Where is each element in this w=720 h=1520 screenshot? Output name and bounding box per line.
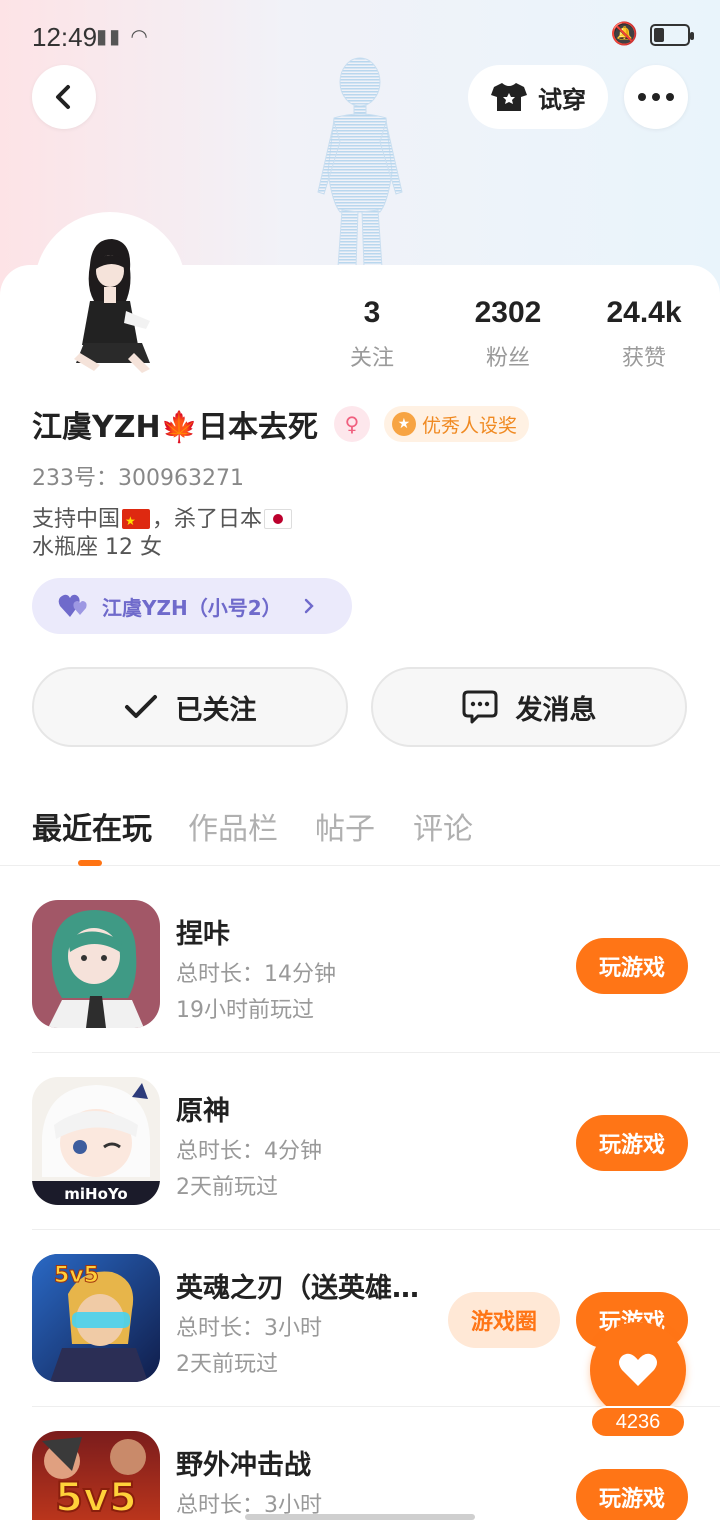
stat-likes-label: 获赞: [621, 346, 666, 371]
stat-likes[interactable]: 24.4k 获赞: [589, 296, 699, 372]
honor-badge-label: 优秀人设奖: [421, 414, 517, 437]
game-icon-heroes-blade[interactable]: 5v5: [32, 1254, 160, 1382]
like-floating-button[interactable]: [590, 1322, 686, 1418]
chevron-left-icon: [56, 85, 70, 109]
game-icon-genshin[interactable]: miHoYo: [32, 1077, 160, 1205]
alt-account-label: 江虞YZH（小号2）: [102, 595, 282, 620]
bio-line2: 水瓶座 12 女: [32, 535, 162, 560]
back-button[interactable]: [32, 65, 96, 129]
send-message-button[interactable]: 发消息: [371, 667, 687, 747]
bio-line1-part-b: ，杀了日本: [152, 507, 263, 532]
game-duration: 总时长：3小时: [176, 1316, 322, 1341]
play-game-button[interactable]: 玩游戏: [576, 938, 688, 994]
bio-line1-part-a: 支持中国: [32, 507, 121, 532]
profile-name-part2: 日本去死: [197, 410, 318, 445]
game-last-played: 2天前玩过: [176, 1352, 278, 1377]
game-last-played: 2天前玩过: [176, 1175, 278, 1200]
user-id: 233号：300963271: [32, 466, 244, 491]
vibrate-mute-icon: 🔕: [610, 22, 638, 47]
followed-button[interactable]: 已关注: [32, 667, 348, 747]
stat-likes-value: 24.4k: [606, 296, 682, 329]
profile-name-row: 江虞YZH🍁日本去死 ♀ ★ 优秀人设奖: [32, 402, 529, 446]
signal-wifi-icons: ▮▮ ◠: [96, 24, 150, 48]
game-last-played: 19小时前玩过: [176, 998, 314, 1023]
more-dots-icon: [638, 93, 674, 101]
heart-icon: [619, 1353, 657, 1386]
maple-leaf-icon: 🍁: [160, 410, 198, 445]
stat-fans[interactable]: 2302 粉丝: [453, 296, 563, 372]
game-title: 英魂之刃（送英雄…: [176, 1273, 419, 1304]
tab-recently-played[interactable]: 最近在玩: [32, 804, 152, 848]
avatar[interactable]: [46, 225, 174, 375]
game-title: 原神: [176, 1096, 230, 1127]
game-duration: 总时长：4分钟: [176, 1139, 322, 1164]
linked-hearts-icon: [58, 594, 87, 617]
try-on-label: 试穿: [538, 85, 586, 114]
list-item[interactable]: 捏咔 总时长：14分钟 19小时前玩过 玩游戏: [0, 876, 720, 1053]
profile-name: 江虞YZH🍁日本去死: [32, 402, 318, 446]
play-game-button[interactable]: 玩游戏: [576, 1115, 688, 1171]
tshirt-icon: [491, 83, 527, 111]
chat-bubble-icon: [462, 690, 497, 724]
like-count: 4236: [590, 1406, 686, 1438]
game-duration: 总时长：14分钟: [176, 962, 336, 987]
battery-icon: [650, 23, 694, 46]
status-bar: 12:49 ▮▮ ◠ 🔕: [0, 0, 720, 72]
game-icon-wild-assault[interactable]: 5v5: [32, 1431, 160, 1520]
send-message-label: 发消息: [515, 694, 597, 726]
tab-works[interactable]: 作品栏: [188, 804, 278, 848]
list-item[interactable]: miHoYo 原神 总时长：4分钟 2天前玩过 玩游戏: [0, 1053, 720, 1230]
status-time: 12:49: [32, 22, 98, 52]
checkmark-icon: [124, 695, 157, 718]
game-title: 野外冲击战: [176, 1450, 311, 1481]
home-indicator: [245, 1514, 475, 1520]
profile-bio: 支持中国 ，杀了日本 水瓶座 12 女: [32, 506, 294, 562]
tab-posts[interactable]: 帖子: [315, 804, 375, 848]
game-icon-text: 5v5: [54, 1263, 99, 1288]
game-title: 捏咔: [176, 919, 230, 950]
stat-fans-value: 2302: [474, 296, 542, 329]
stat-following-label: 关注: [349, 346, 394, 371]
game-icon-text: 5v5: [55, 1475, 137, 1520]
game-icon-nieka[interactable]: [32, 900, 160, 1028]
avatar-model-figure: [317, 57, 403, 267]
alt-account-link[interactable]: 江虞YZH（小号2）: [32, 578, 352, 634]
game-circle-button[interactable]: 游戏圈: [448, 1292, 560, 1348]
try-on-button[interactable]: 试穿: [468, 65, 608, 129]
more-options-button[interactable]: [624, 65, 688, 129]
chevron-right-icon: [304, 598, 314, 614]
female-gender-icon: ♀: [333, 406, 370, 442]
tab-comments[interactable]: 评论: [413, 804, 473, 848]
stat-following-value: 3: [363, 296, 381, 329]
game-icon-text: miHoYo: [64, 1185, 127, 1203]
profile-tabs: 最近在玩 作品栏 帖子 评论: [0, 800, 720, 866]
play-game-button[interactable]: 玩游戏: [576, 1469, 688, 1520]
medal-icon: ★: [391, 412, 416, 436]
active-tab-indicator: [78, 860, 102, 866]
honor-badge[interactable]: ★ 优秀人设奖: [383, 406, 529, 442]
profile-name-part1: 江虞YZH: [32, 410, 161, 445]
japan-flag-icon: [264, 509, 293, 529]
stat-following[interactable]: 3 关注: [317, 296, 427, 372]
stat-fans-label: 粉丝: [485, 346, 530, 371]
followed-label: 已关注: [175, 694, 257, 726]
china-flag-icon: [122, 507, 151, 535]
